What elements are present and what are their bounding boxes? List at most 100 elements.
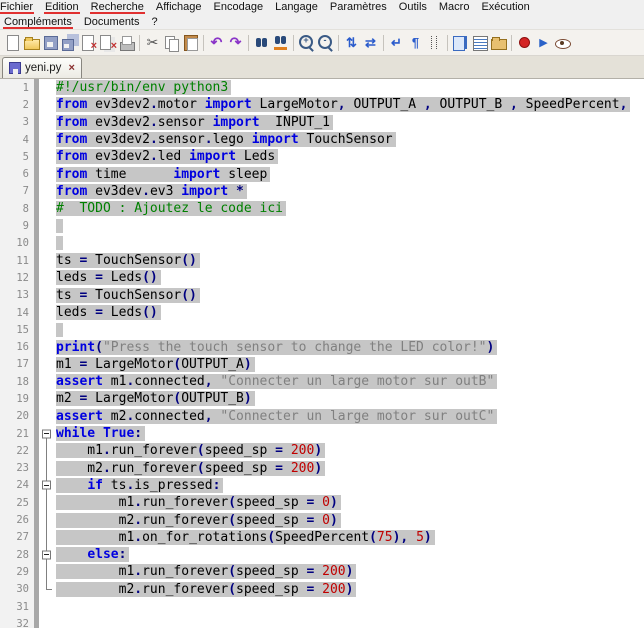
line-number[interactable]: 20 — [0, 407, 34, 425]
close-all-icon[interactable] — [98, 33, 117, 52]
code-text[interactable] — [54, 321, 644, 338]
code-text[interactable]: # TODO : Ajoutez le code ici — [54, 200, 644, 217]
editor[interactable]: 1 #!/usr/bin/env python3 2 from ev3dev2.mot… — [0, 79, 644, 628]
menu-parametres[interactable]: Paramètres — [324, 0, 393, 14]
code-text[interactable]: m2.run_forever(speed_sp = 200) — [54, 460, 644, 477]
code-text[interactable]: assert m1.connected, "Connecter un large… — [54, 373, 644, 390]
line-number[interactable]: 8 — [0, 200, 34, 218]
tab-yeni-py[interactable]: yeni.py × — [2, 57, 82, 78]
line-number[interactable]: 3 — [0, 113, 34, 131]
copy-icon[interactable] — [162, 33, 181, 52]
menu-execution[interactable]: Exécution — [475, 0, 535, 14]
code-text[interactable]: ts = TouchSensor() — [54, 287, 644, 304]
code-text[interactable]: leds = Leds() — [54, 304, 644, 321]
line-number[interactable]: 15 — [0, 321, 34, 339]
line-number[interactable]: 10 — [0, 234, 34, 252]
line-number[interactable]: 6 — [0, 165, 34, 183]
code-text[interactable]: m1 = LargeMotor(OUTPUT_A) — [54, 356, 644, 373]
line-number[interactable]: 5 — [0, 148, 34, 166]
code-text[interactable]: from ev3dev2.led import Leds — [54, 148, 644, 165]
code-text[interactable]: from ev3dev.ev3 import * — [54, 183, 644, 200]
code-text[interactable]: m1.on_for_rotations(SpeedPercent(75), 5) — [54, 529, 644, 546]
code-text[interactable]: m2.run_forever(speed_sp = 200) — [54, 581, 644, 598]
record-macro-icon[interactable] — [515, 33, 534, 52]
line-number[interactable]: 4 — [0, 130, 34, 149]
zoom-out-icon[interactable] — [316, 33, 335, 52]
code-text[interactable]: from ev3dev2.motor import LargeMotor, OU… — [54, 96, 644, 113]
menu-outils[interactable]: Outils — [393, 0, 433, 14]
menu-recherche[interactable]: Recherche — [85, 0, 150, 14]
line-number[interactable]: 7 — [0, 182, 34, 201]
save-icon[interactable] — [41, 33, 60, 52]
menu-macro[interactable]: Macro — [433, 0, 476, 14]
line-number[interactable]: 30 — [0, 580, 34, 598]
save-all-icon[interactable] — [60, 33, 79, 52]
code-text[interactable] — [54, 615, 644, 628]
line-number[interactable]: 12 — [0, 269, 34, 287]
line-number[interactable]: 22 — [0, 442, 34, 460]
menu-help[interactable]: ? — [146, 15, 164, 29]
sync-horizontal-icon[interactable] — [361, 33, 380, 52]
menu-affichage[interactable]: Affichage — [150, 0, 208, 14]
find-icon[interactable] — [252, 33, 271, 52]
line-number[interactable]: 32 — [0, 615, 34, 628]
line-number[interactable]: 18 — [0, 373, 34, 391]
line-number[interactable]: 25 — [0, 494, 34, 512]
zoom-in-icon[interactable] — [297, 33, 316, 52]
code-text[interactable]: from ev3dev2.sensor import INPUT_1 — [54, 114, 644, 131]
code-text[interactable]: m1.run_forever(speed_sp = 0) — [54, 494, 644, 511]
menu-encodage[interactable]: Encodage — [208, 0, 270, 14]
line-number[interactable]: 17 — [0, 355, 34, 374]
line-number[interactable]: 21 — [0, 424, 34, 443]
sync-vertical-icon[interactable] — [342, 33, 361, 52]
fold-collapse-icon[interactable] — [39, 546, 54, 564]
code-text[interactable]: leds = Leds() — [54, 269, 644, 286]
line-number[interactable]: 14 — [0, 303, 34, 322]
document-map-icon[interactable] — [451, 33, 470, 52]
undo-icon[interactable] — [207, 33, 226, 52]
function-list-icon[interactable] — [470, 33, 489, 52]
code-text[interactable]: while True: — [54, 425, 644, 442]
line-number[interactable]: 28 — [0, 546, 34, 564]
indent-guide-icon[interactable] — [425, 33, 444, 52]
line-number[interactable]: 2 — [0, 96, 34, 114]
code-text[interactable]: m2 = LargeMotor(OUTPUT_B) — [54, 390, 644, 407]
word-wrap-icon[interactable] — [387, 33, 406, 52]
code-text[interactable]: else: — [54, 546, 644, 563]
line-number[interactable]: 19 — [0, 390, 34, 408]
tab-close-icon[interactable]: × — [68, 62, 74, 74]
code-text[interactable]: from ev3dev2.sensor.lego import TouchSen… — [54, 131, 644, 148]
line-number[interactable]: 31 — [0, 597, 34, 616]
code-text[interactable]: #!/usr/bin/env python3 — [54, 79, 644, 96]
line-number[interactable]: 29 — [0, 563, 34, 581]
paste-icon[interactable] — [181, 33, 200, 52]
folder-workspace-icon[interactable] — [489, 33, 508, 52]
menu-edition[interactable]: Edition — [39, 0, 85, 14]
code-text[interactable]: print("Press the touch sensor to change … — [54, 338, 644, 355]
code-text[interactable]: if ts.is_pressed: — [54, 477, 644, 494]
code-text[interactable]: from time import sleep — [54, 165, 644, 182]
replace-icon[interactable] — [271, 33, 290, 52]
line-number[interactable]: 11 — [0, 251, 34, 270]
monitor-icon[interactable] — [553, 33, 572, 52]
line-number[interactable]: 13 — [0, 286, 34, 304]
code-text[interactable] — [54, 235, 644, 252]
line-number[interactable]: 24 — [0, 476, 34, 495]
code-text[interactable]: assert m2.connected, "Connecter un large… — [54, 408, 644, 425]
code-text[interactable]: m1.run_forever(speed_sp = 200) — [54, 563, 644, 580]
line-number[interactable]: 9 — [0, 217, 34, 235]
play-macro-icon[interactable] — [534, 33, 553, 52]
show-all-characters-icon[interactable] — [406, 33, 425, 52]
redo-icon[interactable] — [226, 33, 245, 52]
code-text[interactable]: ts = TouchSensor() — [54, 252, 644, 269]
menu-documents[interactable]: Documents — [78, 15, 146, 29]
code-text[interactable]: m1.run_forever(speed_sp = 200) — [54, 442, 644, 459]
code-text[interactable] — [54, 217, 644, 234]
fold-collapse-icon[interactable] — [39, 424, 54, 443]
line-number[interactable]: 26 — [0, 511, 34, 529]
menu-complements[interactable]: Compléments — [0, 15, 78, 29]
print-icon[interactable] — [117, 33, 136, 52]
line-number[interactable]: 27 — [0, 528, 34, 547]
line-number[interactable]: 16 — [0, 338, 34, 356]
new-file-icon[interactable] — [3, 33, 22, 52]
